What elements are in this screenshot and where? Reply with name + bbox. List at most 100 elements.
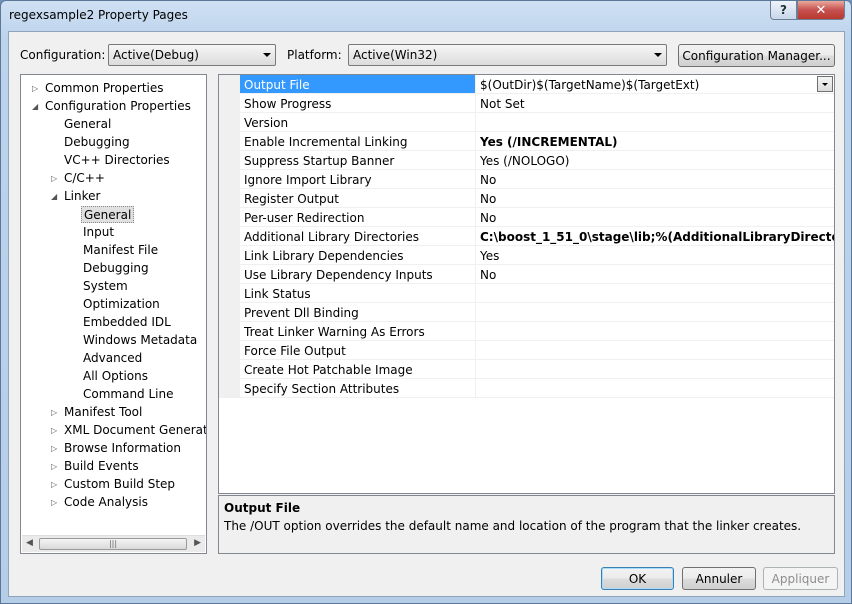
scroll-left-icon[interactable]: ◀ [26,538,33,548]
tree-item[interactable]: Embedded IDL [81,314,173,331]
tree-item[interactable]: VC++ Directories [62,152,172,169]
property-row[interactable]: Create Hot Patchable Image [219,360,834,379]
tree-item[interactable]: Debugging [81,260,151,277]
property-value[interactable] [476,360,834,379]
title-bar[interactable]: regexsample2 Property Pages ? ✕ [1,1,851,31]
cancel-button[interactable]: Annuler [682,567,756,590]
scroll-right-icon[interactable]: ▶ [194,538,201,548]
expand-arrow-icon[interactable]: ▷ [51,462,57,471]
expand-arrow-icon[interactable]: ▷ [51,498,57,507]
property-name[interactable]: Show Progress [240,94,476,113]
property-row[interactable]: Ignore Import Library No [219,170,834,189]
tree-item[interactable]: C/C++ [62,170,107,187]
property-row[interactable]: Use Library Dependency Inputs No [219,265,834,284]
property-name[interactable]: Create Hot Patchable Image [240,360,476,379]
tree-item[interactable]: System [81,278,130,295]
property-row[interactable]: Link Library Dependencies Yes [219,246,834,265]
property-row[interactable]: Force File Output [219,341,834,360]
tree-item[interactable]: Configuration Properties [43,98,193,115]
property-row[interactable]: Specify Section Attributes [219,379,834,398]
tree-item[interactable]: Input [81,224,116,241]
expand-arrow-icon[interactable]: ▷ [51,480,57,489]
scrollbar-thumb[interactable]: ||| [39,538,187,550]
property-value[interactable]: C:\boost_1_51_0\stage\lib;%(AdditionalLi… [476,227,834,246]
property-row[interactable]: Show Progress Not Set [219,94,834,113]
configuration-combo[interactable]: Active(Debug) [108,44,276,66]
property-value[interactable] [476,303,834,322]
property-value[interactable] [476,322,834,341]
platform-combo[interactable]: Active(Win32) [348,44,667,66]
property-name[interactable]: Ignore Import Library [240,170,476,189]
property-value[interactable] [476,379,834,398]
property-value[interactable]: No [476,189,834,208]
tree-item[interactable]: Browse Information [62,440,183,457]
tree-item[interactable]: All Options [81,368,150,385]
property-row[interactable]: Output File $(OutDir)$(TargetName)$(Targe… [219,75,834,94]
property-value[interactable]: Yes (/NOLOGO) [476,151,834,170]
property-value[interactable]: No [476,265,834,284]
property-name[interactable]: Force File Output [240,341,476,360]
property-value[interactable]: Not Set [476,94,834,113]
property-value[interactable]: $(OutDir)$(TargetName)$(TargetExt) [476,75,834,94]
tree-item[interactable]: Common Properties [43,80,166,97]
property-name[interactable]: Prevent Dll Binding [240,303,476,322]
tree-item[interactable]: General [62,116,113,133]
expand-arrow-icon[interactable]: ▷ [51,444,57,453]
tree-item[interactable]: XML Document Generator [62,422,206,439]
property-name[interactable]: Specify Section Attributes [240,379,476,398]
tree-item[interactable]: Manifest File [81,242,160,259]
apply-button[interactable]: Appliquer [763,567,838,590]
tree-item[interactable]: Debugging [62,134,132,151]
property-row[interactable]: Suppress Startup Banner Yes (/NOLOGO) [219,151,834,170]
property-value[interactable]: No [476,208,834,227]
property-row[interactable]: Link Status [219,284,834,303]
property-row[interactable]: Version [219,113,834,132]
tree-item[interactable]: General [81,206,135,223]
tree-item[interactable]: Command Line [81,386,176,403]
property-name[interactable]: Register Output [240,189,476,208]
ok-button[interactable]: OK [601,567,674,590]
property-name[interactable]: Version [240,113,476,132]
close-button[interactable]: ✕ [797,1,845,20]
property-row[interactable]: Prevent Dll Binding [219,303,834,322]
tree-item[interactable]: Manifest Tool [62,404,144,421]
horizontal-scrollbar[interactable]: ◀ ||| ▶ [22,535,205,552]
property-value[interactable] [476,341,834,360]
property-row[interactable]: Register Output No [219,189,834,208]
property-name[interactable]: Output File [240,75,476,94]
property-name[interactable]: Additional Library Directories [240,227,476,246]
property-value[interactable]: No [476,170,834,189]
help-button[interactable]: ? [770,1,797,20]
expand-arrow-icon[interactable]: ▷ [51,408,57,417]
expand-arrow-icon[interactable]: ▷ [51,426,57,435]
property-row[interactable]: Treat Linker Warning As Errors [219,322,834,341]
collapse-arrow-icon[interactable]: ◢ [32,102,38,111]
property-value[interactable] [476,284,834,303]
property-row[interactable]: Additional Library Directories C:\boost_1… [219,227,834,246]
configuration-manager-button[interactable]: Configuration Manager... [678,44,835,67]
property-name[interactable]: Use Library Dependency Inputs [240,265,476,284]
property-name[interactable]: Link Library Dependencies [240,246,476,265]
property-value[interactable] [476,113,834,132]
expand-arrow-icon[interactable]: ▷ [51,174,57,183]
value-dropdown-button[interactable] [817,76,833,92]
tree-item[interactable]: Build Events [62,458,141,475]
property-name[interactable]: Suppress Startup Banner [240,151,476,170]
tree-item[interactable]: Windows Metadata [81,332,199,349]
property-row[interactable]: Enable Incremental Linking Yes (/INCREMEN… [219,132,834,151]
property-name[interactable]: Per-user Redirection [240,208,476,227]
expand-arrow-icon[interactable]: ▷ [32,84,38,93]
tree-item[interactable]: Linker [62,188,102,205]
property-row[interactable]: Per-user Redirection No [219,208,834,227]
tree-item[interactable]: Code Analysis [62,494,150,511]
property-name[interactable]: Link Status [240,284,476,303]
property-name[interactable]: Treat Linker Warning As Errors [240,322,476,341]
tree-item[interactable]: Custom Build Step [62,476,177,493]
property-value[interactable]: Yes [476,246,834,265]
property-value[interactable]: Yes (/INCREMENTAL) [476,132,834,151]
tree-item[interactable]: Optimization [81,296,162,313]
property-name[interactable]: Enable Incremental Linking [240,132,476,151]
collapse-arrow-icon[interactable]: ◢ [51,192,57,201]
property-tree[interactable]: ▷ Common Properties ◢ Configuration Propert… [20,74,207,554]
property-grid[interactable]: Output File $(OutDir)$(TargetName)$(Targe… [218,74,835,494]
